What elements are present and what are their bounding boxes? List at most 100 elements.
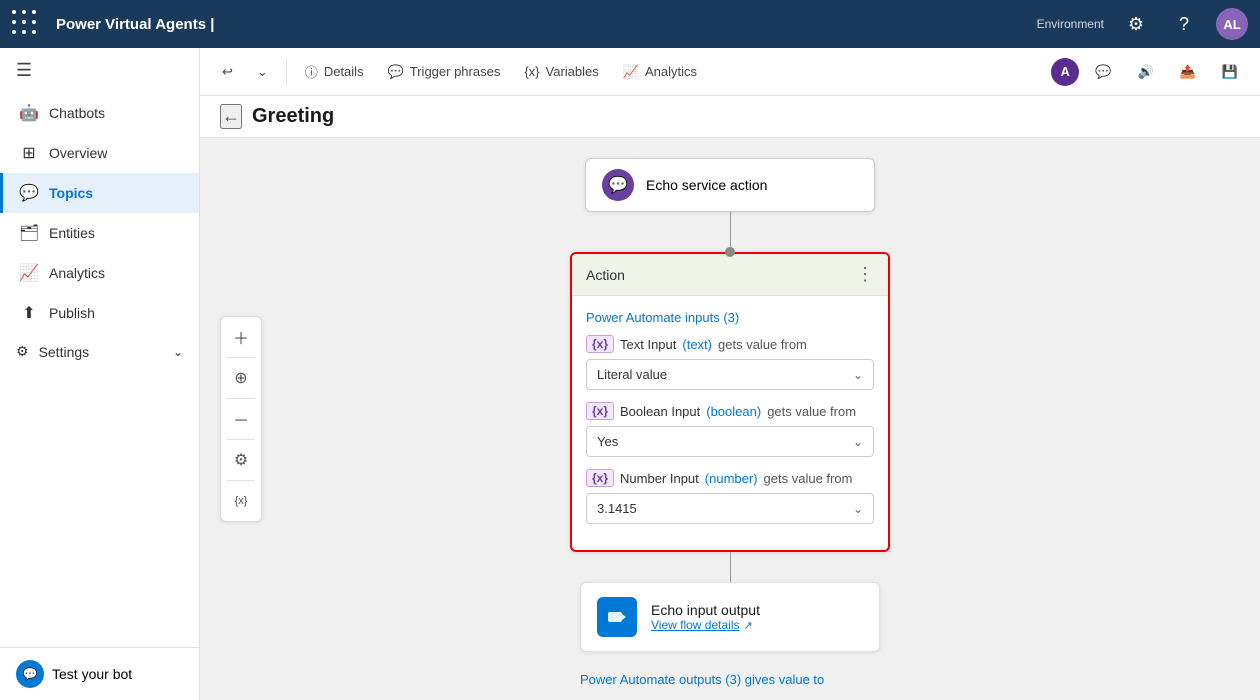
sidebar-item-chatbots[interactable]: 🤖 Chatbots	[0, 93, 199, 133]
sidebar: ☰ 🤖 Chatbots ⊞ Overview 💬 Topics 🗂 Entit…	[0, 48, 200, 700]
input-row-text: {x} Text Input (text) gets value from Li…	[586, 335, 874, 390]
variables-label: Variables	[546, 64, 599, 79]
sidebar-item-publish[interactable]: ⬆ Publish	[0, 293, 199, 333]
sidebar-overview-label: Overview	[49, 145, 107, 161]
settings-expand-icon: ⌄	[173, 345, 183, 359]
trigger-icon: 💬	[388, 64, 404, 80]
var-badge-text: {x}	[586, 335, 614, 353]
comment-icon-button[interactable]: 💬	[1085, 58, 1121, 86]
entities-icon: 🗂	[19, 223, 39, 243]
user-avatar[interactable]: AL	[1216, 8, 1248, 40]
undo-button[interactable]: ↩	[212, 58, 243, 86]
echo-service-node[interactable]: 💬 Echo service action	[585, 158, 875, 212]
page-title: Greeting	[252, 105, 334, 128]
connector-2	[730, 552, 731, 582]
publish-icon: ⬆	[19, 303, 39, 323]
var-badge-boolean: {x}	[586, 402, 614, 420]
sidebar-item-settings[interactable]: ⚙ Settings ⌄	[0, 333, 199, 370]
variables-icon: {x}	[524, 64, 539, 79]
echo-output-info: Echo input output View flow details ↗	[651, 602, 760, 632]
zoom-settings-button[interactable]: ⚙	[227, 446, 255, 474]
sidebar-footer-test-bot[interactable]: 💬 Test your bot	[0, 647, 199, 700]
trigger-phrases-label: Trigger phrases	[410, 64, 501, 79]
input-text-name: Text Input	[620, 337, 676, 352]
sidebar-topics-label: Topics	[49, 185, 93, 201]
zoom-controls: ＋ ⊕ － ⚙ {x}	[220, 316, 262, 522]
page-header: ← Greeting	[200, 96, 1260, 138]
sidebar-publish-label: Publish	[49, 305, 95, 321]
share-icon-button[interactable]: 📤	[1170, 58, 1206, 86]
trigger-phrases-button[interactable]: 💬 Trigger phrases	[378, 58, 511, 86]
sidebar-item-entities[interactable]: 🗂 Entities	[0, 213, 199, 253]
test-bot-avatar: 💬	[16, 660, 44, 688]
canvas-inner: 💬 Echo service action Action ⋮ Power A	[200, 138, 1260, 700]
content-area: ↩ ⌄ ⓘ Details 💬 Trigger phrases {x} Vari…	[200, 48, 1260, 700]
dropdown-arrow-3: ⌄	[853, 502, 863, 516]
dropdown-button[interactable]: ⌄	[247, 58, 278, 86]
pa-inputs-label: Power Automate inputs (3)	[586, 310, 874, 325]
info-icon: ⓘ	[305, 62, 318, 81]
zoom-variables-button[interactable]: {x}	[227, 487, 255, 515]
sidebar-item-analytics[interactable]: 📈 Analytics	[0, 253, 199, 293]
zoom-target-button[interactable]: ⊕	[227, 364, 255, 392]
sidebar-chatbots-label: Chatbots	[49, 105, 105, 121]
back-button[interactable]: ←	[220, 104, 242, 129]
analytics-icon: 📈	[19, 263, 39, 283]
action-card: Action ⋮ Power Automate inputs (3) {x}	[570, 252, 890, 552]
details-button[interactable]: ⓘ Details	[295, 56, 374, 87]
sidebar-item-overview[interactable]: ⊞ Overview	[0, 133, 199, 173]
text-input-value: Literal value	[597, 367, 667, 382]
action-card-body: Power Automate inputs (3) {x} Text Input…	[572, 296, 888, 550]
action-card-header: Action ⋮	[572, 254, 888, 296]
sidebar-entities-label: Entities	[49, 225, 95, 241]
input-row-number: {x} Number Input (number) gets value fro…	[586, 469, 874, 524]
top-nav-right: Environment ⚙ ? AL	[1037, 8, 1248, 40]
view-flow-link[interactable]: View flow details	[651, 618, 740, 632]
analytics-toolbar-button[interactable]: 📈 Analytics	[613, 58, 707, 86]
var-badge-number: {x}	[586, 469, 614, 487]
canvas-area: ＋ ⊕ － ⚙ {x} 💬 Echo service action	[200, 138, 1260, 700]
toolbar-right: A 💬 🔊 📤 💾	[1051, 58, 1248, 86]
sidebar-toggle[interactable]: ☰	[0, 48, 199, 93]
apps-grid-icon[interactable]	[12, 10, 40, 38]
input-text-type: (text)	[682, 337, 712, 352]
gets-value-boolean: gets value from	[767, 404, 856, 419]
input-number-name: Number Input	[620, 471, 699, 486]
echo-output-label: Echo input output	[651, 602, 760, 618]
toolbar-separator-1	[286, 60, 287, 84]
pa-outputs-suffix: outputs (3) gives value to	[679, 672, 824, 687]
topics-icon: 💬	[19, 183, 39, 203]
sidebar-item-topics[interactable]: 💬 Topics	[0, 173, 199, 213]
dropdown-arrow-1: ⌄	[853, 368, 863, 382]
help-icon[interactable]: ?	[1168, 8, 1200, 40]
pa-label-text: Power Automate	[586, 310, 681, 325]
settings-nav-icon[interactable]: ⚙	[1120, 8, 1152, 40]
gets-value-number: gets value from	[764, 471, 853, 486]
input-boolean-type: (boolean)	[706, 404, 761, 419]
zoom-sep-1	[227, 357, 255, 358]
echo-output-icon	[597, 597, 637, 637]
action-menu-button[interactable]: ⋮	[856, 264, 874, 285]
number-input-dropdown[interactable]: 3.1415 ⌄	[586, 493, 874, 524]
input-row-number-label: {x} Number Input (number) gets value fro…	[586, 469, 874, 487]
save-icon-button[interactable]: 💾	[1212, 58, 1248, 86]
input-row-text-label: {x} Text Input (text) gets value from	[586, 335, 874, 353]
main-layout: ☰ 🤖 Chatbots ⊞ Overview 💬 Topics 🗂 Entit…	[0, 48, 1260, 700]
variables-button[interactable]: {x} Variables	[514, 58, 608, 85]
echo-output-card[interactable]: Echo input output View flow details ↗	[580, 582, 880, 652]
analytics-toolbar-label: Analytics	[645, 64, 697, 79]
sidebar-analytics-label: Analytics	[49, 265, 105, 281]
env-label: Environment	[1037, 17, 1104, 31]
connector-1	[730, 212, 731, 252]
pa-inputs-count: inputs (3)	[685, 310, 739, 325]
top-nav: Power Virtual Agents | Environment ⚙ ? A…	[0, 0, 1260, 48]
input-number-type: (number)	[705, 471, 758, 486]
pa-outputs-bar: Power Automate outputs (3) gives value t…	[580, 672, 880, 687]
text-input-dropdown[interactable]: Literal value ⌄	[586, 359, 874, 390]
zoom-out-button[interactable]: －	[227, 405, 255, 433]
boolean-input-value: Yes	[597, 434, 618, 449]
zoom-in-button[interactable]: ＋	[227, 323, 255, 351]
boolean-input-dropdown[interactable]: Yes ⌄	[586, 426, 874, 457]
audio-icon-button[interactable]: 🔊	[1127, 58, 1163, 86]
zoom-sep-2	[227, 398, 255, 399]
